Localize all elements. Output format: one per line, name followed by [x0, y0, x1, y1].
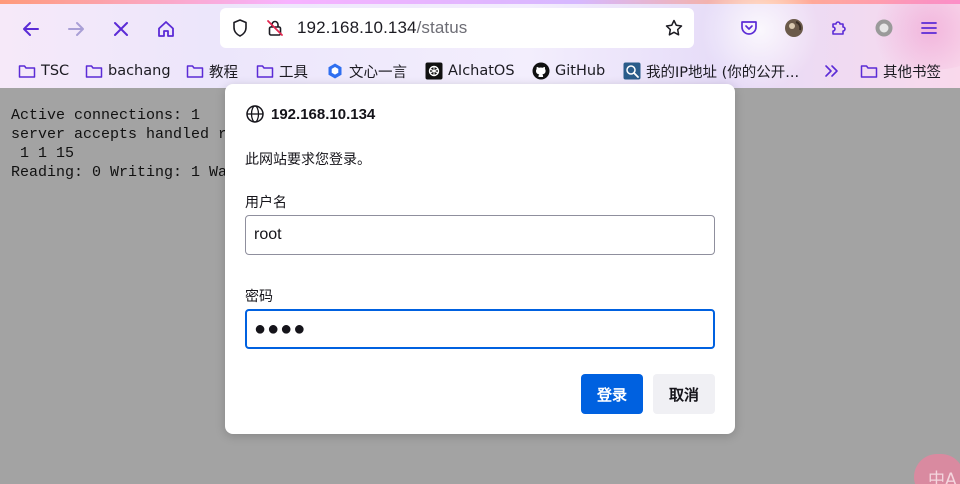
username-field[interactable]: root [245, 215, 715, 255]
login-button[interactable]: 登录 [581, 374, 643, 414]
insecure-lock-icon[interactable] [265, 18, 285, 38]
hamburger-menu-icon [921, 22, 937, 34]
bookmark-my-ip[interactable]: 我的IP地址 (你的公开... [623, 60, 799, 82]
url-host: 192.168.10.134 [297, 18, 417, 37]
browser-toolbar: 192.168.10.134/status TSC bachang 教程 工具 [0, 0, 960, 88]
folder-icon [860, 65, 878, 78]
bookmark-label: 工具 [279, 64, 308, 81]
extension-circle-icon [875, 19, 893, 37]
shield-icon[interactable] [230, 18, 250, 38]
avatar [785, 19, 803, 37]
cancel-button[interactable]: 取消 [653, 374, 715, 414]
openai-icon [425, 62, 443, 80]
dialog-origin: 192.168.10.134 [245, 104, 375, 124]
account-button[interactable] [782, 16, 806, 40]
menu-button[interactable] [917, 16, 941, 40]
bookmark-label: 教程 [209, 64, 238, 81]
double-chevron-right-icon [825, 65, 838, 77]
folder-icon [18, 65, 36, 78]
translate-icon: 中A [928, 469, 957, 484]
bookmark-tsc[interactable]: TSC [18, 60, 69, 82]
bookmark-label: TSC [41, 63, 70, 79]
puzzle-icon [832, 21, 846, 35]
wenxin-icon [328, 63, 342, 79]
password-field[interactable]: ●●●● [245, 309, 715, 349]
bookmark-github[interactable]: GitHub [532, 60, 605, 82]
pocket-button[interactable] [737, 16, 761, 40]
bookmark-aichatos[interactable]: AIchatOS [425, 60, 515, 82]
back-button[interactable] [16, 14, 46, 44]
folder-icon [186, 65, 204, 78]
github-icon [532, 62, 550, 80]
username-value: root [254, 226, 282, 243]
ip-lookup-icon [623, 62, 641, 80]
address-bar[interactable]: 192.168.10.134/status [220, 8, 694, 48]
forward-arrow-icon [68, 22, 84, 36]
password-label: 密码 [245, 289, 273, 305]
folder-icon [85, 65, 103, 78]
bookmark-label: AIchatOS [448, 63, 515, 79]
extensions-button[interactable] [827, 16, 851, 40]
bookmark-label: 我的IP地址 (你的公开... [646, 64, 800, 81]
other-bookmarks-label: 其他书签 [883, 64, 941, 81]
bookmark-label: 文心一言 [349, 64, 407, 81]
folder-icon [256, 65, 274, 78]
star-icon[interactable] [664, 18, 684, 38]
close-icon [114, 22, 128, 36]
bookmark-label: GitHub [555, 63, 606, 79]
bookmark-label: bachang [108, 63, 171, 79]
url-text[interactable]: 192.168.10.134/status [297, 18, 467, 38]
bookmarks-bar: TSC bachang 教程 工具 文心一言 AIchatOS GitHub 我… [0, 56, 960, 86]
extension-button[interactable] [872, 16, 896, 40]
login-dialog: 192.168.10.134 此网站要求您登录。 用户名 root 密码 ●●●… [225, 84, 735, 434]
password-masked-value: ●●●● [254, 318, 307, 340]
bookmark-wenxin[interactable]: 文心一言 [326, 60, 407, 82]
stop-button[interactable] [106, 14, 136, 44]
dialog-origin-host: 192.168.10.134 [271, 105, 376, 123]
home-icon [158, 21, 174, 37]
bookmark-tools[interactable]: 工具 [256, 60, 308, 82]
url-path: /status [416, 18, 468, 37]
bookmark-bachang[interactable]: bachang [85, 60, 171, 82]
username-label: 用户名 [245, 195, 287, 211]
bookmark-tutorials[interactable]: 教程 [186, 60, 238, 82]
back-arrow-icon [23, 22, 39, 36]
globe-icon [246, 105, 264, 123]
forward-button[interactable] [61, 14, 91, 44]
dialog-message: 此网站要求您登录。 [245, 152, 371, 168]
other-bookmarks[interactable]: 其他书签 [860, 60, 941, 82]
bookmarks-overflow-button[interactable] [823, 60, 846, 82]
home-button[interactable] [151, 14, 181, 44]
pocket-icon [741, 21, 757, 35]
translate-button[interactable]: 中A [914, 454, 960, 484]
